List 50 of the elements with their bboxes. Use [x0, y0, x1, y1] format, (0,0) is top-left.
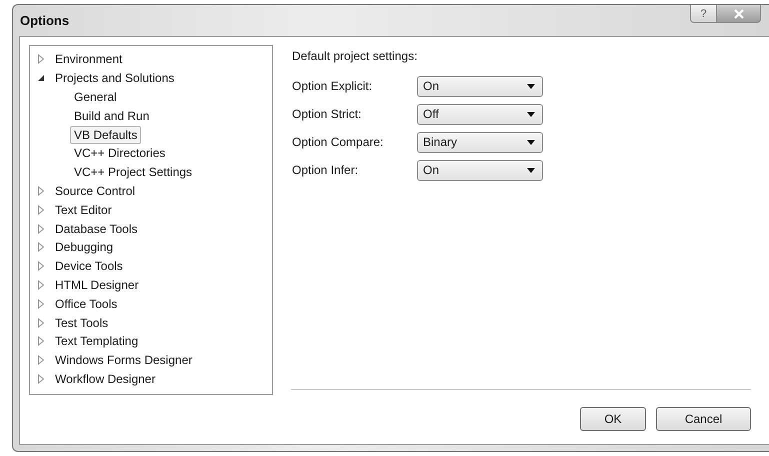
- help-button[interactable]: ?: [690, 5, 717, 23]
- tree-item[interactable]: Projects and Solutions: [51, 69, 178, 88]
- option-label: Option Strict:: [292, 107, 362, 121]
- tree-item[interactable]: VB Defaults: [70, 126, 142, 144]
- cancel-button[interactable]: Cancel: [656, 407, 751, 431]
- tree-item[interactable]: HTML Designer: [51, 276, 143, 294]
- expand-arrow-icon[interactable]: [36, 54, 46, 64]
- window-title: Options: [20, 13, 70, 28]
- section-heading: Default project settings:: [292, 49, 418, 63]
- close-button[interactable]: [717, 5, 761, 23]
- expand-arrow-icon[interactable]: [36, 336, 46, 346]
- close-icon: [732, 8, 744, 18]
- expand-arrow-icon[interactable]: [36, 224, 46, 234]
- expand-arrow-icon[interactable]: [36, 355, 46, 366]
- tree-item[interactable]: VC++ Directories: [70, 144, 170, 162]
- tree-item[interactable]: Device Tools: [51, 257, 127, 276]
- expand-arrow-icon[interactable]: [36, 318, 46, 328]
- expand-arrow-icon[interactable]: [36, 374, 46, 384]
- dropdown-arrow-icon: [527, 84, 535, 88]
- dropdown-arrow-icon: [527, 112, 535, 116]
- dropdown-arrow-icon: [527, 140, 535, 144]
- tree-item[interactable]: Test Tools: [51, 314, 112, 332]
- tree-item[interactable]: General: [70, 88, 121, 106]
- expand-arrow-icon[interactable]: [36, 280, 46, 290]
- tree-item[interactable]: Environment: [51, 50, 126, 68]
- dropdown[interactable]: On: [417, 160, 543, 180]
- dropdown[interactable]: Binary: [417, 132, 543, 152]
- tree-item[interactable]: Text Editor: [51, 200, 116, 219]
- ok-button[interactable]: OK: [580, 407, 646, 431]
- option-label: Option Compare:: [292, 135, 384, 149]
- tree-item[interactable]: VC++ Project Settings: [70, 163, 196, 182]
- tree-item[interactable]: Office Tools: [51, 294, 122, 313]
- tree-item[interactable]: Build and Run: [70, 106, 154, 125]
- expand-arrow-icon[interactable]: [36, 261, 46, 272]
- dropdown[interactable]: On: [417, 76, 543, 96]
- expand-arrow-icon[interactable]: [36, 186, 46, 196]
- expand-arrow-icon[interactable]: [36, 204, 46, 215]
- expand-arrow-icon[interactable]: [36, 242, 46, 252]
- option-label: Option Infer:: [292, 163, 360, 177]
- option-label: Option Explicit:: [292, 79, 374, 93]
- expand-arrow-icon[interactable]: [36, 298, 46, 309]
- tree-item[interactable]: Source Control: [51, 182, 140, 200]
- collapse-arrow-icon[interactable]: [36, 73, 46, 84]
- tree-item[interactable]: Debugging: [51, 238, 118, 256]
- tree-item[interactable]: Text Templating: [51, 332, 142, 350]
- dropdown-arrow-icon: [527, 168, 535, 172]
- tree-item[interactable]: Windows Forms Designer: [51, 351, 196, 370]
- dropdown[interactable]: Off: [417, 104, 543, 124]
- tree-item[interactable]: Database Tools: [51, 220, 142, 238]
- tree-item[interactable]: Workflow Designer: [51, 370, 160, 388]
